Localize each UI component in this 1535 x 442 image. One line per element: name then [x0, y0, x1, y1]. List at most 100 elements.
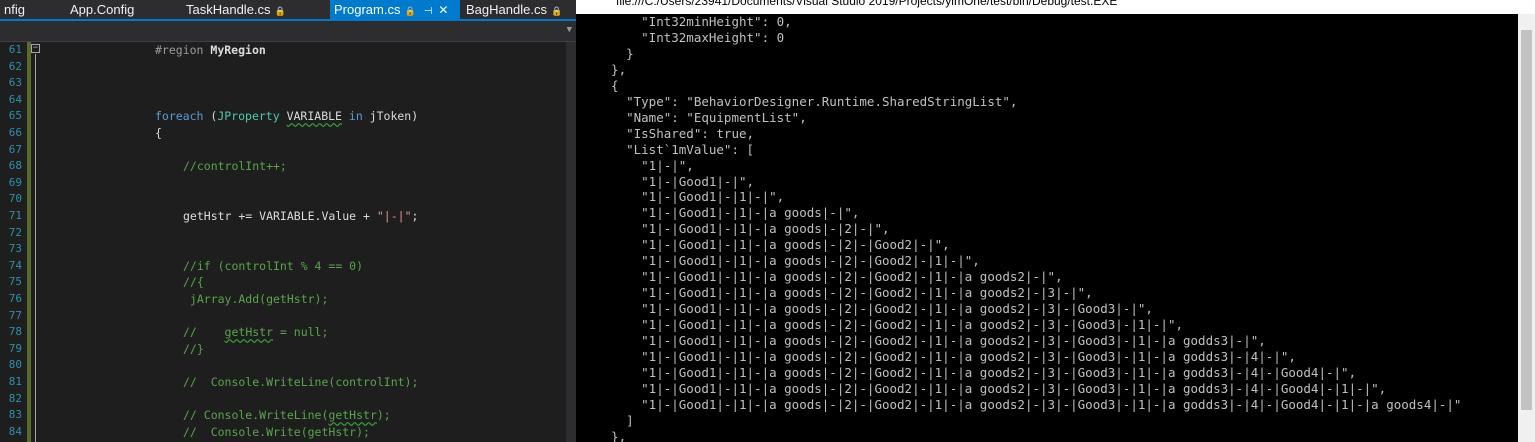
line-number: 74 — [8, 258, 22, 272]
code-line-84[interactable]: // Console.Write(getHstr); — [183, 424, 370, 440]
tab-app-config-partial[interactable]: nfig — [0, 0, 29, 19]
code-token: // — [183, 325, 225, 340]
lock-icon: 🔒 — [274, 6, 286, 16]
tab-label: BagHandle.cs — [466, 2, 547, 17]
code-line-61[interactable]: #region MyRegion — [155, 42, 266, 58]
line-number: 71 — [8, 209, 22, 222]
document-tab-bar: nfig App.Config TaskHandle.cs 🔒 Program.c… — [0, 0, 576, 19]
line-number: 80 — [8, 358, 22, 372]
console-line: "1|-|", — [596, 157, 694, 173]
line-number: 70 — [8, 192, 22, 206]
tab-app-config[interactable]: App.Config — [66, 0, 138, 19]
editor-vertical-scrollbar[interactable] — [566, 42, 576, 442]
console-line: "1|-|Good1|-|1|-|a goods|-|2|-|Good2|-|1… — [596, 317, 1183, 333]
console-line: "Int32maxHeight": 0 — [596, 29, 785, 45]
code-token: getHstr — [224, 325, 274, 340]
variable-token: VARIABLE — [286, 109, 342, 124]
console-line: "1|-|Good1|-|", — [596, 173, 755, 189]
type-token: JProperty — [217, 109, 280, 124]
code-token: ( — [203, 109, 218, 124]
code-line-67[interactable]: //controlInt++; — [183, 158, 287, 174]
code-token: ); — [376, 408, 391, 423]
code-token: // Console.WriteLine( — [183, 408, 329, 423]
code-line-76[interactable]: jArray.Add(getHstr); — [183, 291, 328, 307]
code-line-81[interactable]: // Console.WriteLine(controlInt); — [183, 374, 418, 390]
code-line-71[interactable]: getHstr += VARIABLE.Value + "|-|"; — [183, 208, 418, 224]
chevron-down-icon[interactable]: ▼ — [567, 25, 572, 35]
line-number: 75 — [8, 275, 22, 289]
collapse-region-icon[interactable]: − — [31, 44, 40, 53]
console-line: "List`1mValue": [ — [596, 141, 755, 157]
console-line: "1|-|Good1|-|1|-|a goods|-|2|-|Good2|-|1… — [596, 285, 1093, 301]
console-line: }, — [596, 61, 627, 77]
console-line: "1|-|Good1|-|1|-|a goods|-|2|-|Good2|-|1… — [596, 269, 1063, 285]
change-tracking-bar — [27, 42, 31, 442]
tab-label: nfig — [4, 2, 25, 17]
code-line-78[interactable]: // getHstr = null; — [183, 324, 328, 340]
line-number: 77 — [8, 308, 22, 322]
line-number: 69 — [8, 175, 22, 189]
code-line-83[interactable]: // Console.WriteLine(getHstr); — [183, 407, 391, 423]
console-line: "Int32minHeight": 0, — [596, 14, 792, 29]
line-number: 66 — [8, 126, 22, 139]
keyword-foreach: foreach — [155, 109, 204, 124]
lock-icon: 🔒 — [404, 6, 416, 16]
code-token: getHstr — [328, 408, 377, 423]
line-number: 82 — [8, 391, 22, 405]
region-directive: #region — [155, 43, 204, 57]
code-token: = null; — [273, 325, 329, 340]
line-number: 81 — [8, 375, 22, 388]
pin-icon[interactable]: ⊣ — [424, 6, 433, 17]
code-line-75[interactable]: //{ — [183, 274, 204, 290]
tab-label: TaskHandle.cs — [186, 2, 271, 17]
console-line: "1|-|Good1|-|1|-|a goods|-|2|-|Good2|-|1… — [596, 253, 980, 269]
console-line: "1|-|Good1|-|1|-|a goods|-|", — [596, 205, 860, 221]
line-number: 83 — [8, 408, 22, 422]
console-window: file:///C:/Users/23941/Documents/Visual … — [576, 0, 1535, 442]
code-line-79[interactable]: //} — [183, 341, 204, 357]
line-number: 67 — [8, 142, 22, 156]
console-line: "1|-|Good1|-|1|-|a goods|-|2|-|Good2|-|"… — [596, 237, 950, 253]
console-line: "1|-|Good1|-|1|-|a goods|-|2|-|Good2|-|1… — [596, 348, 1296, 364]
line-number: 72 — [8, 225, 22, 239]
line-number: 84 — [8, 424, 22, 438]
code-token: ; — [411, 209, 419, 223]
console-line: } — [596, 45, 634, 61]
keyword-in: in — [341, 109, 370, 124]
navigation-bar: ▼ — [0, 21, 576, 42]
line-number: 64 — [8, 92, 22, 106]
code-line-66[interactable]: { — [155, 125, 162, 141]
line-number: 63 — [8, 76, 22, 90]
console-line: ] — [596, 412, 634, 428]
line-number: 68 — [8, 159, 22, 173]
lock-icon: 🔒 — [550, 6, 563, 16]
console-line: "1|-|Good1|-|1|-|a goods|-|2|-|", — [596, 221, 890, 237]
console-title: file:///C:/Users/23941/Documents/Visual … — [616, 0, 1118, 8]
line-number: 79 — [8, 341, 22, 355]
code-line-65[interactable]: foreach (JProperty VARIABLE in jToken) — [155, 108, 418, 124]
line-number: 65 — [8, 109, 22, 123]
region-name: MyRegion — [210, 43, 266, 57]
code-line-74[interactable]: //if (controlInt % 4 == 0) — [183, 258, 363, 274]
tab-taskhandle[interactable]: TaskHandle.cs 🔒 — [182, 0, 290, 19]
console-line: "1|-|Good1|-|1|-|a goods|-|2|-|Good2|-|1… — [596, 364, 1357, 380]
tab-label: App.Config — [70, 2, 135, 17]
console-line: "1|-|Good1|-|1|-|a goods|-|2|-|Good2|-|1… — [596, 380, 1387, 396]
code-editor-pane: nfig App.Config TaskHandle.cs 🔒 Program.c… — [0, 0, 576, 442]
console-line: { — [596, 77, 619, 93]
console-line: }, — [596, 428, 627, 442]
tab-program[interactable]: Program.cs 🔒 ⊣ ✕ — [330, 0, 460, 19]
console-line: "1|-|Good1|-|1|-|a goods|-|2|-|Good2|-|1… — [596, 301, 1153, 317]
console-title-bar[interactable]: file:///C:/Users/23941/Documents/Visual … — [576, 0, 1535, 14]
line-number: 61 — [8, 43, 22, 56]
close-icon[interactable]: ✕ — [438, 3, 448, 17]
line-number: 76 — [8, 292, 22, 305]
line-number: 78 — [8, 325, 22, 339]
tab-baghandle[interactable]: BagHandle.cs 🔒 — [462, 0, 566, 19]
line-number: 73 — [8, 242, 22, 256]
console-scroll-thumb[interactable] — [1521, 30, 1532, 410]
string-literal: "|-|" — [376, 209, 412, 223]
outline-guide-line — [35, 54, 36, 442]
console-line: "1|-|Good1|-|1|-|a goods|-|2|-|Good2|-|1… — [596, 333, 1266, 348]
console-line: "IsShared": true, — [596, 125, 755, 141]
